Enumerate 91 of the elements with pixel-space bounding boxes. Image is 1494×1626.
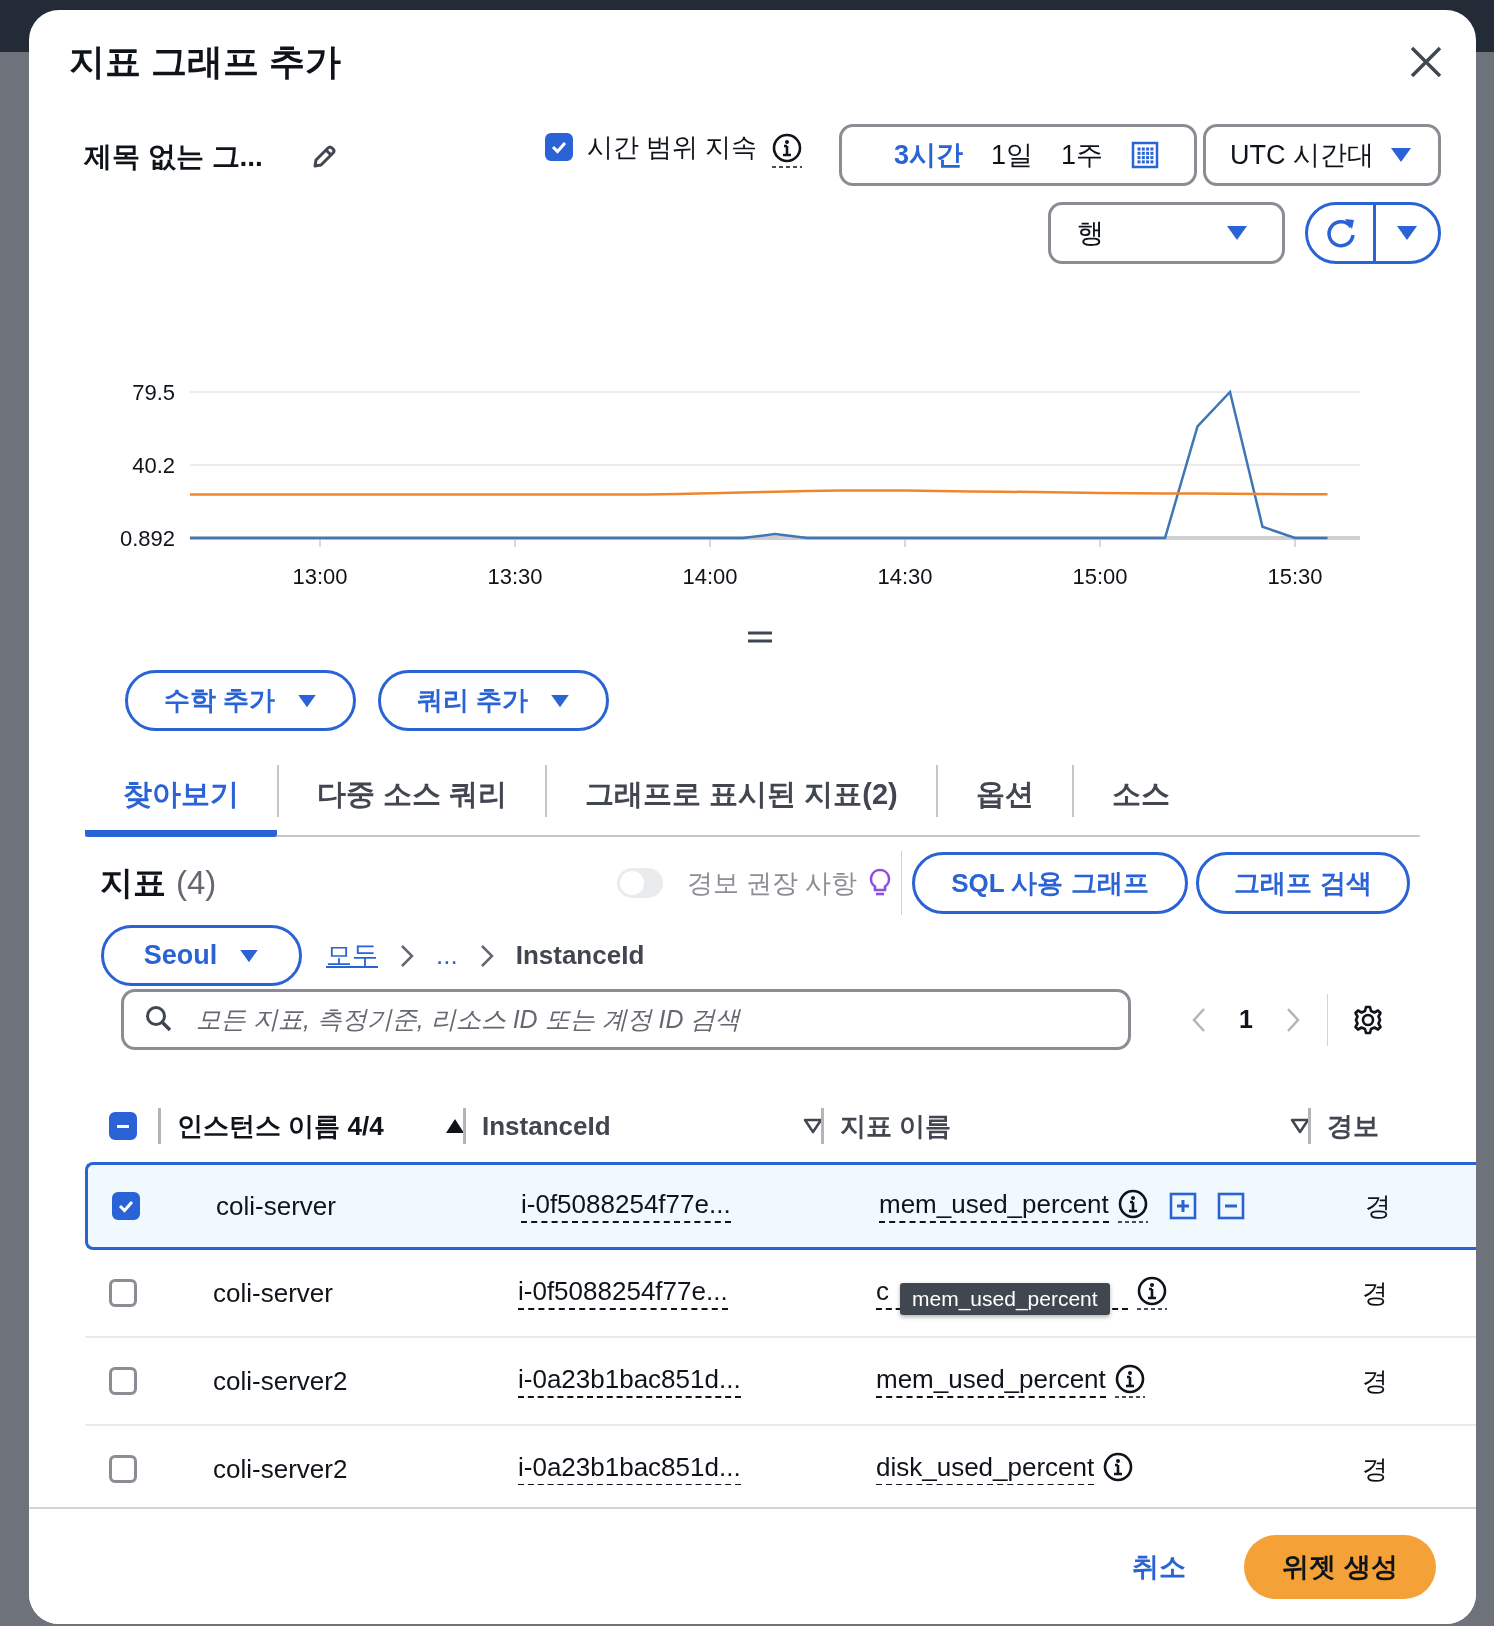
- column-header[interactable]: 인스턴스 이름 4/4: [177, 1108, 429, 1144]
- info-icon[interactable]: [1136, 1275, 1168, 1311]
- row-checkbox[interactable]: [108, 1455, 137, 1483]
- minus-icon: [116, 1124, 129, 1128]
- table-cell: coli-server: [213, 1277, 333, 1309]
- graph-title: 제목 없는 그...: [84, 140, 263, 174]
- tooltip: mem_used_percent: [900, 1283, 1110, 1315]
- tab[interactable]: 옵션: [937, 759, 1072, 837]
- breadcrumb-link[interactable]: ...: [436, 940, 458, 971]
- tab[interactable]: 소스: [1073, 759, 1208, 837]
- table-cell[interactable]: disk_used_percent: [876, 1452, 1095, 1485]
- table-cell-text: 경: [1362, 1364, 1388, 1398]
- create-widget-button[interactable]: 위젯 생성: [1244, 1534, 1436, 1599]
- table-row[interactable]: coli-server2 i-0a23b1bac851d... mem_used_percent 경: [85, 1338, 1476, 1426]
- timezone-select[interactable]: UTC 시간대: [1203, 124, 1441, 186]
- caret-icon: [297, 693, 318, 708]
- calendar-icon[interactable]: [1131, 141, 1160, 169]
- close-icon: [1408, 44, 1444, 80]
- sort-icon[interactable]: [803, 1118, 823, 1134]
- table-cell-text: 경: [1362, 1276, 1388, 1310]
- action-button[interactable]: 그래프 검색: [1196, 852, 1410, 914]
- sort-icon[interactable]: [1290, 1118, 1310, 1134]
- search-field[interactable]: 모든 지표, 측정기준, 리소스 ID 또는 계정 ID 검색: [121, 989, 1131, 1050]
- close-button[interactable]: [1408, 44, 1444, 80]
- add-icon[interactable]: [1168, 1192, 1197, 1220]
- remove-icon[interactable]: [1216, 1192, 1245, 1220]
- dropdown-button[interactable]: 수학 추가: [125, 670, 356, 731]
- chevron-right-icon: [400, 943, 414, 968]
- table-cell[interactable]: mem_used_percent: [879, 1189, 1109, 1223]
- breadcrumb-link[interactable]: 모두: [326, 938, 378, 973]
- table-cell: coli-server: [216, 1190, 336, 1222]
- table-cell-text: 경: [1362, 1452, 1388, 1485]
- persist-label: 시간 범위 지속: [586, 130, 757, 164]
- x-axis-label: 13:00: [292, 564, 348, 589]
- info-icon[interactable]: [771, 133, 803, 169]
- column-header[interactable]: InstanceId: [482, 1110, 787, 1142]
- graph-type-select[interactable]: 행: [1048, 202, 1285, 264]
- drag-handle-icon[interactable]: [746, 630, 773, 644]
- dropdown-button[interactable]: 쿼리 추가: [378, 670, 609, 731]
- tab[interactable]: 다중 소스 쿼리: [279, 759, 546, 837]
- time-range-option[interactable]: 1일: [991, 137, 1034, 173]
- caret-icon: [1226, 225, 1248, 241]
- table-cell-text: 경: [1365, 1189, 1391, 1223]
- select-all-checkbox[interactable]: [108, 1112, 137, 1140]
- tab[interactable]: 그래프로 표시된 지표(2): [547, 759, 936, 837]
- dialog-title: 지표 그래프 추가: [69, 39, 341, 84]
- table-cell[interactable]: mem_used_percent: [876, 1364, 1106, 1398]
- time-range-option[interactable]: 3시간: [894, 137, 964, 173]
- table-cell: coli-server2: [213, 1365, 348, 1397]
- x-axis-label: 14:00: [682, 564, 738, 589]
- y-axis-label: 0.892: [119, 526, 175, 551]
- page-number[interactable]: 1: [1239, 1005, 1253, 1034]
- time-range-option[interactable]: 1주: [1061, 137, 1104, 173]
- region-select[interactable]: Seoul: [101, 925, 302, 986]
- settings-icon[interactable]: [1351, 1003, 1384, 1036]
- table-row[interactable]: coli-server i-0f5088254f77e... mem_used_percent 경: [85, 1162, 1476, 1250]
- breadcrumb-current: InstanceId: [515, 940, 645, 971]
- table-cell[interactable]: i-0a23b1bac851d...: [518, 1452, 741, 1485]
- sort-ascending-icon[interactable]: [445, 1118, 465, 1134]
- x-axis-label: 13:30: [487, 564, 543, 589]
- row-checkbox[interactable]: [108, 1279, 137, 1307]
- caret-icon: [1390, 147, 1412, 163]
- lightbulb-icon: [869, 868, 891, 898]
- chevron-right-icon: [479, 943, 494, 968]
- action-button[interactable]: SQL 사용 그래프: [912, 852, 1188, 914]
- column-header[interactable]: 경보: [1327, 1108, 1379, 1144]
- table-cell[interactable]: i-0a23b1bac851d...: [518, 1364, 741, 1398]
- cancel-button[interactable]: 취소: [1132, 1548, 1186, 1585]
- caret-icon: [550, 693, 571, 708]
- caret-icon: [1396, 225, 1418, 241]
- y-axis-label: 40.2: [132, 453, 175, 478]
- caret-icon: [239, 948, 260, 963]
- row-checkbox[interactable]: [111, 1192, 140, 1220]
- info-icon[interactable]: [1113, 1363, 1146, 1399]
- metric-count: (4): [176, 863, 217, 902]
- x-axis-label: 14:30: [877, 564, 933, 589]
- table-cell[interactable]: i-0f5088254f77e...: [521, 1189, 731, 1223]
- toggle-label: 경보 권장 사항: [686, 866, 857, 900]
- table-row[interactable]: coli-server i-0f5088254f77e... c mem_used_percent 경: [85, 1250, 1476, 1338]
- table-cell[interactable]: i-0f5088254f77e...: [518, 1276, 728, 1310]
- search-icon: [145, 1005, 173, 1033]
- section-title: 지표: [100, 862, 166, 903]
- x-axis-label: 15:00: [1072, 564, 1128, 589]
- x-axis-label: 15:30: [1267, 564, 1323, 589]
- tab[interactable]: 찾아보기: [85, 759, 277, 837]
- column-header[interactable]: 지표 이름: [840, 1108, 1274, 1144]
- y-axis-label: 79.5: [132, 380, 175, 405]
- row-checkbox[interactable]: [108, 1367, 137, 1395]
- info-icon[interactable]: [1116, 1188, 1149, 1224]
- persist-checkbox[interactable]: [544, 133, 573, 161]
- table-cell: coli-server2: [213, 1453, 348, 1485]
